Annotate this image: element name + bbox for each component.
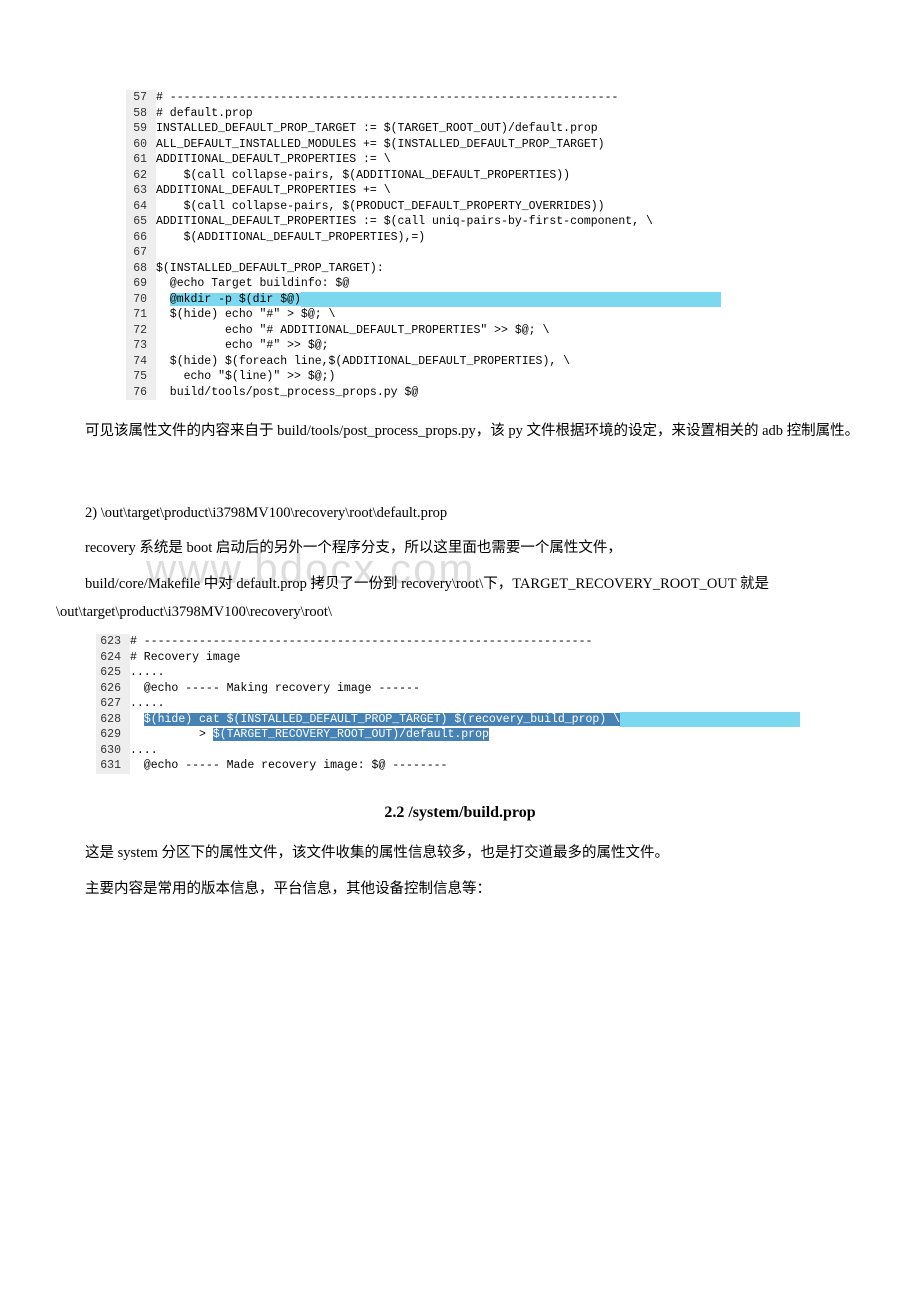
code-block-1: 57# ------------------------------------… <box>126 90 864 400</box>
line-number: 60 <box>126 137 156 153</box>
line-number: 630 <box>96 743 130 759</box>
code-line: 66 $(ADDITIONAL_DEFAULT_PROPERTIES),=) <box>126 230 864 246</box>
code-line: 624# Recovery image <box>96 650 864 666</box>
code-line: 67 <box>126 245 864 261</box>
line-number: 64 <box>126 199 156 215</box>
code-block-2: 623# -----------------------------------… <box>96 634 864 774</box>
line-number: 627 <box>96 696 130 712</box>
line-number: 69 <box>126 276 156 292</box>
line-number: 65 <box>126 214 156 230</box>
code-line: 627..... <box>96 696 864 712</box>
line-number: 73 <box>126 338 156 354</box>
line-number: 58 <box>126 106 156 122</box>
line-number: 66 <box>126 230 156 246</box>
code-line: 57# ------------------------------------… <box>126 90 864 106</box>
code-line: 76 build/tools/post_process_props.py $@ <box>126 385 864 401</box>
line-number: 625 <box>96 665 130 681</box>
line-number: 628 <box>96 712 130 728</box>
code-line: 59INSTALLED_DEFAULT_PROP_TARGET := $(TAR… <box>126 121 864 137</box>
paragraph: 主要内容是常用的版本信息，平台信息，其他设备控制信息等： <box>56 876 864 904</box>
line-number: 68 <box>126 261 156 277</box>
code-line: 70 @mkdir -p $(dir $@) <box>126 292 864 308</box>
line-number: 72 <box>126 323 156 339</box>
code-line: 60ALL_DEFAULT_INSTALLED_MODULES += $(INS… <box>126 137 864 153</box>
section-heading: 2.2 /system/build.prop <box>56 798 864 828</box>
code-line: 631 @echo ----- Made recovery image: $@ … <box>96 758 864 774</box>
line-number: 62 <box>126 168 156 184</box>
code-line: 75 echo "$(line)" >> $@;) <box>126 369 864 385</box>
line-number: 71 <box>126 307 156 323</box>
code-line: 626 @echo ----- Making recovery image --… <box>96 681 864 697</box>
paragraph: recovery 系统是 boot 启动后的另外一个程序分支，所以这里面也需要一… <box>56 535 864 563</box>
code-line: 61ADDITIONAL_DEFAULT_PROPERTIES := \ <box>126 152 864 168</box>
code-line: 71 $(hide) echo "#" > $@; \ <box>126 307 864 323</box>
code-line: 58# default.prop <box>126 106 864 122</box>
line-number: 74 <box>126 354 156 370</box>
code-line: 630.... <box>96 743 864 759</box>
line-number: 67 <box>126 245 156 261</box>
paragraph: 2) \out\target\product\i3798MV100\recove… <box>56 500 864 528</box>
code-line: 629 > $(TARGET_RECOVERY_ROOT_OUT)/defaul… <box>96 727 864 743</box>
line-number: 57 <box>126 90 156 106</box>
line-number: 626 <box>96 681 130 697</box>
line-number: 624 <box>96 650 130 666</box>
line-number: 623 <box>96 634 130 650</box>
code-line: 65ADDITIONAL_DEFAULT_PROPERTIES := $(cal… <box>126 214 864 230</box>
paragraph: 这是 system 分区下的属性文件，该文件收集的属性信息较多，也是打交道最多的… <box>56 840 864 868</box>
line-number: 631 <box>96 758 130 774</box>
code-line: 68$(INSTALLED_DEFAULT_PROP_TARGET): <box>126 261 864 277</box>
code-line: 623# -----------------------------------… <box>96 634 864 650</box>
code-line: 74 $(hide) $(foreach line,$(ADDITIONAL_D… <box>126 354 864 370</box>
code-line: 625..... <box>96 665 864 681</box>
paragraph: 可见该属性文件的内容来自于 build/tools/post_process_p… <box>56 418 864 446</box>
line-number: 59 <box>126 121 156 137</box>
paragraph: build/core/Makefile 中对 default.prop 拷贝了一… <box>56 571 864 626</box>
code-line: 62 $(call collapse-pairs, $(ADDITIONAL_D… <box>126 168 864 184</box>
line-number: 76 <box>126 385 156 401</box>
line-number: 70 <box>126 292 156 308</box>
line-number: 63 <box>126 183 156 199</box>
line-number: 75 <box>126 369 156 385</box>
code-line: 73 echo "#" >> $@; <box>126 338 864 354</box>
line-number: 629 <box>96 727 130 743</box>
code-line: 72 echo "# ADDITIONAL_DEFAULT_PROPERTIES… <box>126 323 864 339</box>
code-line: 69 @echo Target buildinfo: $@ <box>126 276 864 292</box>
code-line: 628 $(hide) cat $(INSTALLED_DEFAULT_PROP… <box>96 712 864 728</box>
code-line: 63ADDITIONAL_DEFAULT_PROPERTIES += \ <box>126 183 864 199</box>
code-line: 64 $(call collapse-pairs, $(PRODUCT_DEFA… <box>126 199 864 215</box>
line-number: 61 <box>126 152 156 168</box>
